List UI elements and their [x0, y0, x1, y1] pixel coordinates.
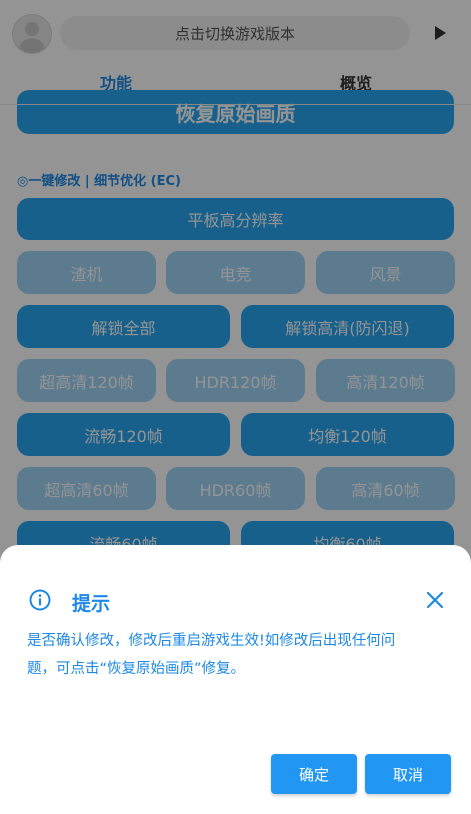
cancel-button[interactable]: 取消 [365, 754, 451, 794]
info-icon [29, 589, 51, 611]
dialog-message-line-2: 题，可点击“恢复原始画质”修复。 [27, 661, 246, 677]
dialog-title: 提示 [72, 593, 111, 615]
confirm-dialog: 提示 是否确认修改，修改后重启游戏生效!如修改后出现任何问 题，可点击“恢复原始… [0, 545, 471, 814]
close-icon[interactable] [426, 591, 444, 609]
confirm-button[interactable]: 确定 [271, 754, 357, 794]
dialog-message-line-1: 是否确认修改，修改后重启游戏生效!如修改后出现任何问 [27, 633, 396, 649]
dialog-message: 是否确认修改，修改后重启游戏生效!如修改后出现任何问 题，可点击“恢复原始画质”… [27, 627, 443, 683]
